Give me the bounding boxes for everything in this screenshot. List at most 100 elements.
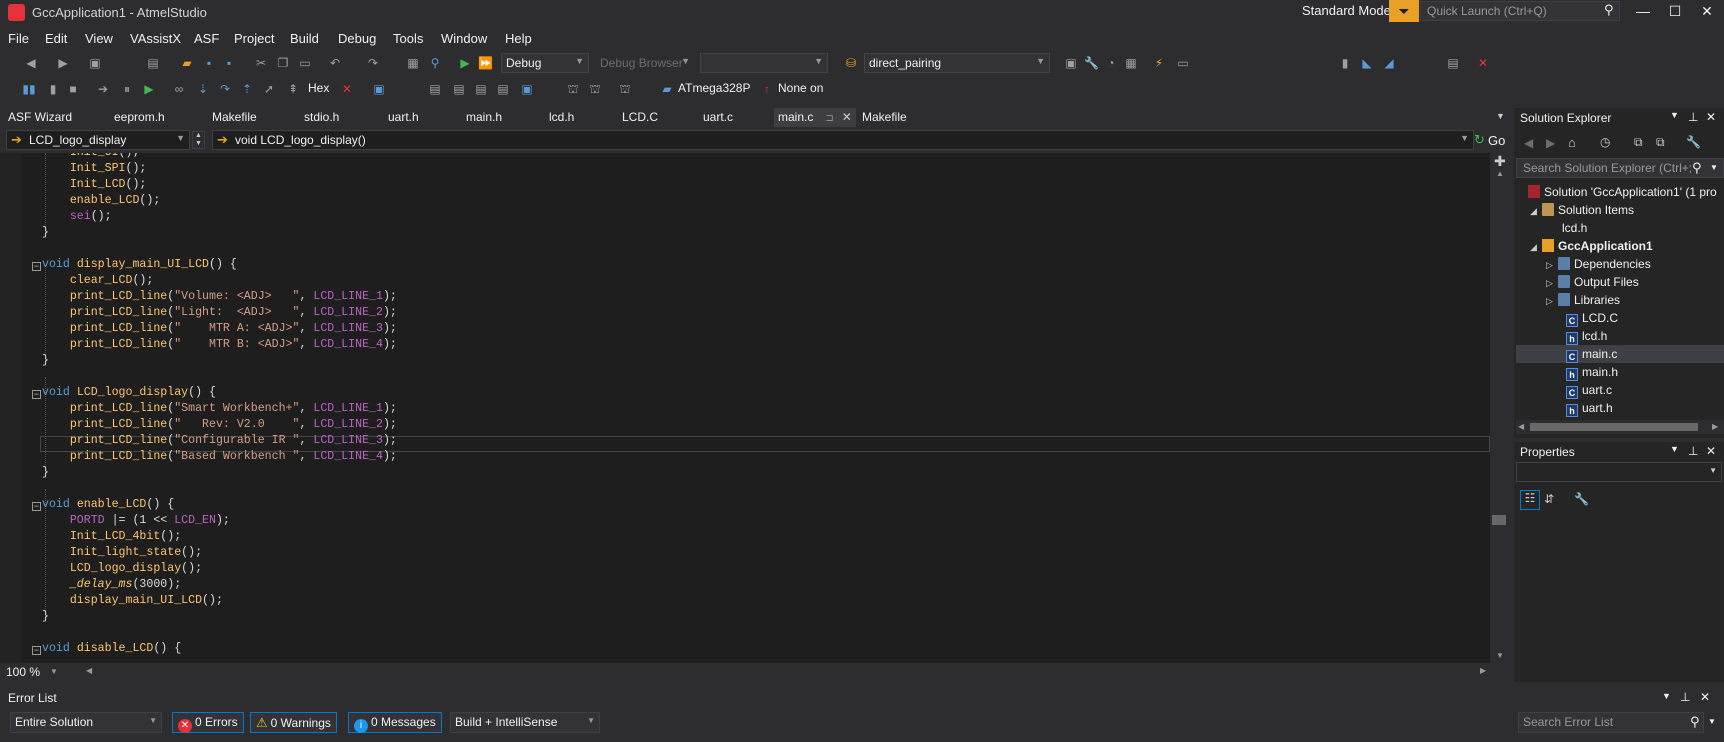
collapse-icon[interactable]: ▷	[1546, 274, 1558, 291]
tree-project[interactable]: ◢ GccApplication1	[1516, 237, 1724, 255]
panel-close-icon[interactable]: ✕	[1700, 690, 1710, 704]
start-without-debugging-icon[interactable]: ⏩	[478, 56, 493, 70]
prev-bookmark-icon[interactable]: ◣	[1360, 56, 1374, 70]
find-in-files-icon[interactable]: ⚲	[428, 56, 442, 70]
paste-icon[interactable]: ▭	[298, 56, 312, 70]
filter-icon[interactable]: ⏷	[1389, 0, 1419, 22]
forward-icon[interactable]: ▶	[1546, 136, 1555, 150]
collapse-icon[interactable]: ▷	[1546, 256, 1558, 273]
panel-close-icon[interactable]: ✕	[1706, 110, 1716, 124]
cut-icon[interactable]: ✂	[254, 56, 268, 70]
next-bookmark-icon[interactable]: ◢	[1382, 56, 1396, 70]
tree-file-main-c[interactable]: Cmain.c	[1516, 345, 1724, 363]
expand-icon[interactable]: ◢	[1530, 238, 1542, 255]
code-editor[interactable]: Init_UI(); Init_SPI(); Init_LCD(); enabl…	[0, 153, 1490, 663]
continue-icon[interactable]: ▶	[142, 82, 156, 96]
pin-icon[interactable]: ⊥	[1680, 690, 1690, 704]
pin-icon[interactable]: ⊥	[1688, 110, 1698, 124]
tab-lcd-c[interactable]: LCD.C	[622, 110, 658, 124]
scope-select[interactable]: ➔ LCD_logo_display ▼	[6, 130, 190, 150]
step-into-icon[interactable]: ▮▮	[22, 82, 36, 96]
redo-icon[interactable]: ↷	[366, 56, 380, 70]
panel-menu-icon[interactable]: ▼	[1670, 444, 1679, 454]
tree-solution[interactable]: Solution 'GccApplication1' (1 pro	[1516, 183, 1724, 201]
solution-horizontal-scrollbar[interactable]: ◀ ▶	[1516, 420, 1724, 434]
zoom-dropdown-icon[interactable]: ▼	[50, 667, 58, 676]
show-all-files-icon[interactable]: ⧉	[1656, 135, 1665, 150]
clear-bookmarks-icon[interactable]: ✕	[1476, 56, 1490, 70]
breakpoint-toggle-icon[interactable]: ✕	[340, 82, 354, 96]
tab-uart-h[interactable]: uart.h	[388, 110, 419, 124]
tree-output-files[interactable]: ▷ Output Files	[1516, 273, 1724, 291]
open-icon[interactable]: ▰	[180, 56, 194, 70]
io-view-icon[interactable]: ▤	[474, 82, 488, 96]
tree-file-lcd-h[interactable]: lcd.h	[1516, 219, 1724, 237]
menu-project[interactable]: Project	[234, 29, 274, 46]
panel-menu-icon[interactable]: ▼	[1670, 110, 1679, 120]
home-icon[interactable]: ⌂	[1568, 135, 1576, 150]
collapse-all-icon[interactable]: ⧉	[1634, 135, 1643, 150]
tab-main-c[interactable]: main.c ⊐ ✕	[774, 108, 856, 127]
alphabetical-icon[interactable]: ⇵	[1544, 492, 1554, 506]
tab-lcd-h[interactable]: lcd.h	[549, 110, 574, 124]
device-label[interactable]: ATmega328P	[678, 81, 751, 95]
tab-close-icon[interactable]: ✕	[842, 110, 852, 124]
restart-icon[interactable]: ➔	[96, 82, 110, 96]
object-select[interactable]: ▼	[1516, 462, 1722, 482]
tab-main-h[interactable]: main.h	[466, 110, 502, 124]
new-project-icon[interactable]: ▣	[88, 56, 102, 70]
sync-icon[interactable]: ◷	[1600, 135, 1610, 149]
menu-window[interactable]: Window	[441, 29, 487, 46]
menu-help[interactable]: Help	[505, 29, 532, 46]
menu-asf[interactable]: ASF	[194, 29, 219, 46]
panel-close-icon[interactable]: ✕	[1706, 444, 1716, 458]
chip-icon[interactable]: ▦	[1124, 56, 1138, 70]
hex-toggle[interactable]: Hex	[308, 81, 329, 95]
error-search-input[interactable]: Search Error List	[1518, 712, 1704, 733]
menu-view[interactable]: View	[85, 29, 113, 46]
save-icon[interactable]: ▪	[202, 56, 216, 70]
tree-libraries[interactable]: ▷ Libraries	[1516, 291, 1724, 309]
device-chip-icon[interactable]: ▰	[660, 82, 674, 96]
go-button[interactable]: Go	[1488, 133, 1505, 148]
fold-toggle[interactable]: −	[32, 502, 41, 511]
fold-toggle[interactable]: −	[32, 390, 41, 399]
solution-config-icon[interactable]: ▦	[406, 56, 420, 70]
collapse-icon[interactable]: ▷	[1546, 292, 1558, 309]
close-button[interactable]: ✕	[1694, 1, 1720, 21]
power-icon[interactable]: ◔	[1104, 56, 1118, 70]
search-icon[interactable]: ⚲	[1692, 160, 1702, 176]
search-icon[interactable]: ⚲	[1604, 2, 1614, 18]
tool-icon[interactable]: ↑	[760, 82, 774, 96]
new-item-icon[interactable]: ▤	[146, 56, 160, 70]
disassembly-icon[interactable]: ▣	[520, 82, 534, 96]
scope-select[interactable]: Entire Solution ▼	[10, 712, 162, 733]
configuration-select[interactable]: Debug ▼	[501, 53, 589, 73]
rebuild-icon[interactable]: ⛫	[588, 82, 602, 96]
step-out-icon[interactable]: ↷	[218, 82, 232, 96]
fold-toggle[interactable]: −	[32, 262, 41, 271]
menu-build[interactable]: Build	[290, 29, 319, 46]
scroll-left-icon[interactable]: ◀	[86, 666, 92, 675]
tab-stdio-h[interactable]: stdio.h	[304, 110, 339, 124]
break-all-icon[interactable]: ▮	[46, 82, 60, 96]
split-editor-icon[interactable]: ✚	[1494, 153, 1506, 170]
tool-label[interactable]: None on	[778, 81, 823, 95]
lightning-icon[interactable]: ⚡	[1152, 56, 1166, 70]
bookmark-icon[interactable]: ▮	[1338, 56, 1352, 70]
bookmark-folder-icon[interactable]: ▤	[1446, 56, 1460, 70]
memory-icon[interactable]: ▤	[428, 82, 442, 96]
messages-filter-button[interactable]: i0 Messages	[348, 712, 442, 733]
find-icon[interactable]: ⛁	[844, 56, 858, 70]
menu-edit[interactable]: Edit	[45, 29, 67, 46]
tree-file-uart-h[interactable]: h uart.h	[1516, 399, 1724, 417]
quick-launch-input[interactable]: Quick Launch (Ctrl+Q)	[1420, 1, 1620, 21]
editor-vertical-scrollbar[interactable]: ✚ ▲ ▼	[1490, 153, 1510, 663]
tree-file-main-h[interactable]: h main.h	[1516, 363, 1724, 381]
scroll-left-icon[interactable]: ◀	[1518, 422, 1524, 431]
zoom-level[interactable]: 100 %	[6, 665, 40, 679]
pin-icon[interactable]: ⊥	[1688, 444, 1698, 458]
menu-tools[interactable]: Tools	[393, 29, 423, 46]
processor-icon[interactable]: ▤	[496, 82, 510, 96]
scroll-right-icon[interactable]: ▶	[1712, 422, 1718, 431]
